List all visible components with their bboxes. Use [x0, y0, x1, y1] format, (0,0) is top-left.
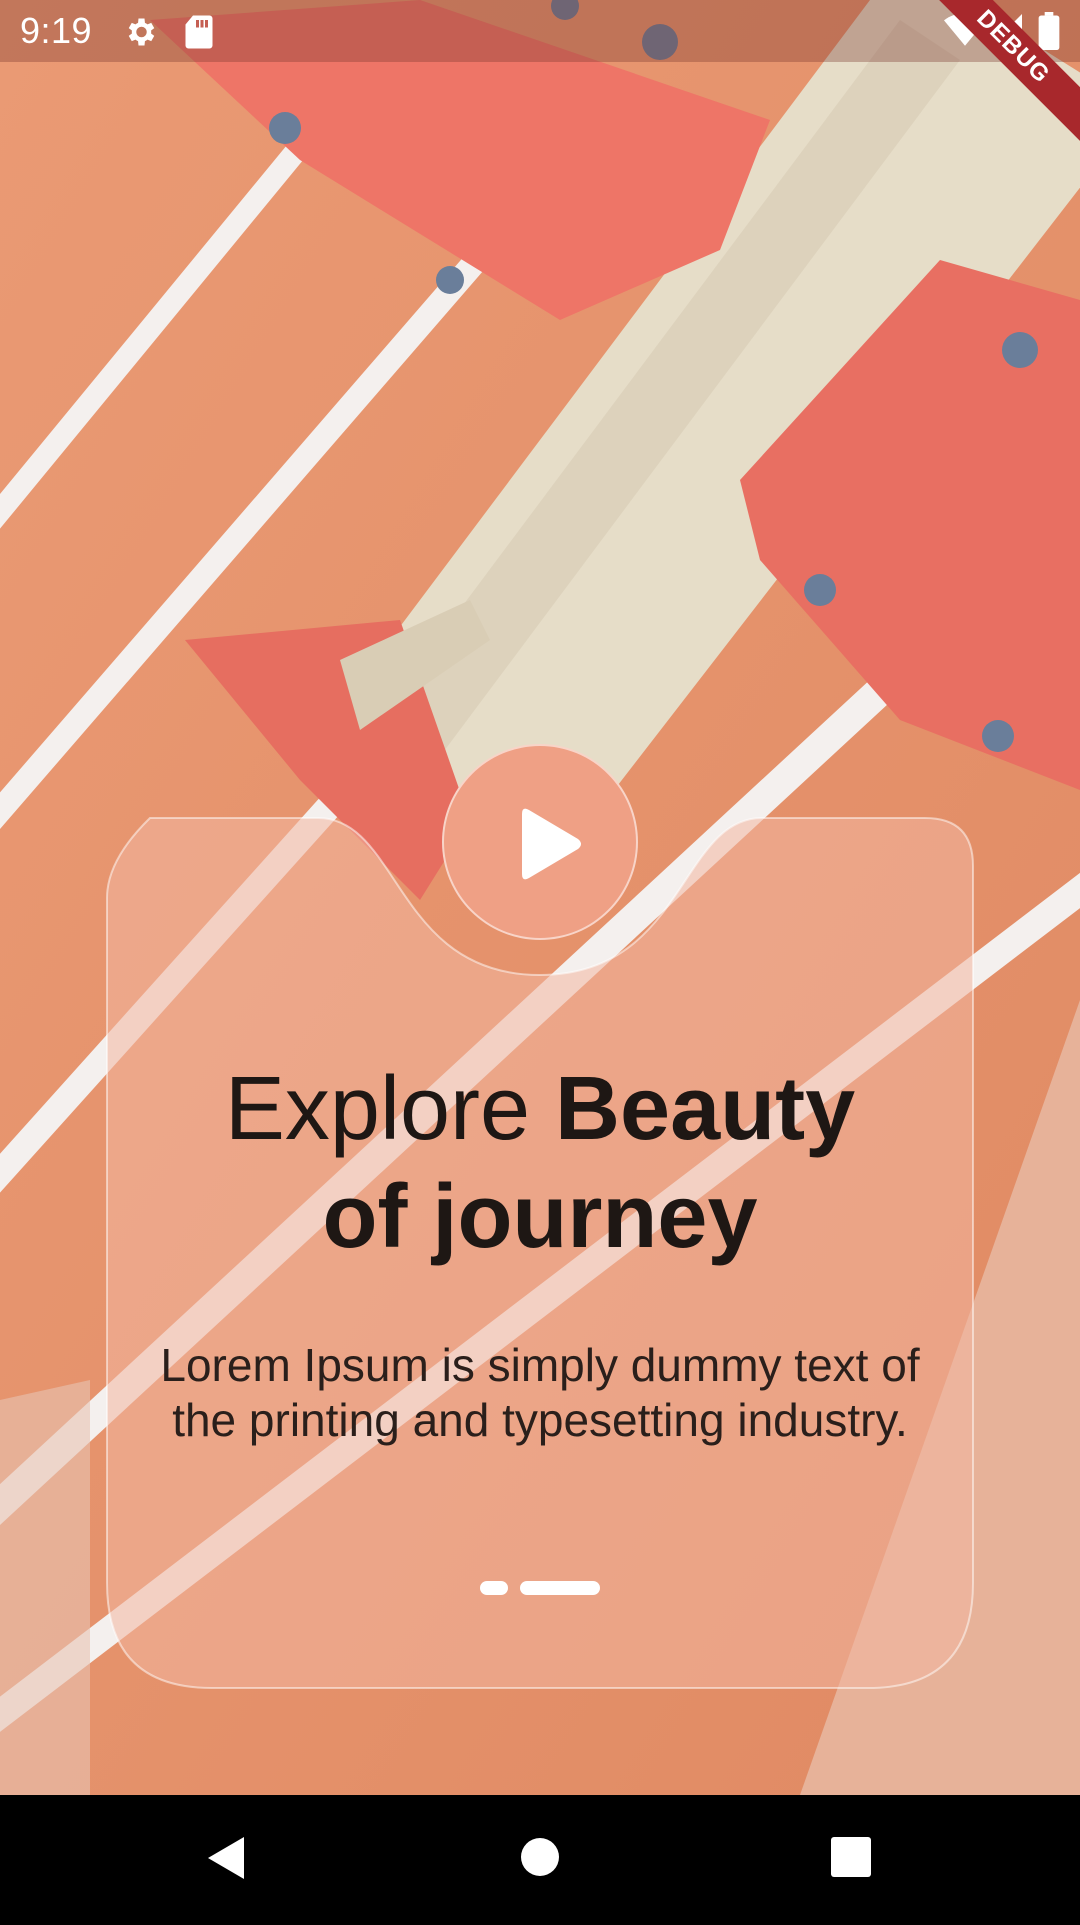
- status-time: 9:19: [20, 10, 93, 51]
- recents-button[interactable]: [781, 1795, 921, 1920]
- back-button[interactable]: [156, 1795, 296, 1920]
- home-button[interactable]: [470, 1795, 610, 1920]
- play-button[interactable]: [442, 744, 638, 940]
- navigation-bar: [0, 1795, 1080, 1920]
- sd-card-icon: [184, 14, 214, 55]
- back-icon: [208, 1837, 244, 1879]
- play-icon: [522, 808, 581, 880]
- status-bar: 9:19 DEBUG: [0, 0, 1080, 149]
- home-icon: [521, 1838, 559, 1876]
- recents-icon: [831, 1837, 871, 1877]
- settings-icon: [122, 14, 158, 55]
